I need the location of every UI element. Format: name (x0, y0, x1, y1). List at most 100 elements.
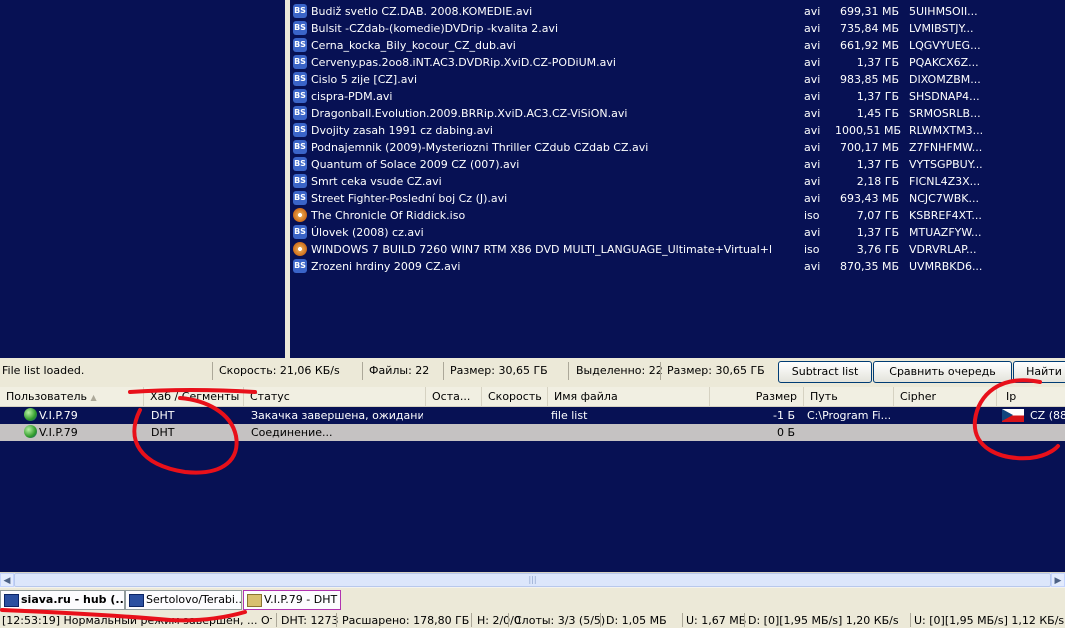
disc-image-icon (293, 208, 307, 222)
bs-video-icon: BS (293, 225, 307, 239)
scroll-thumb[interactable]: ||| (14, 573, 1051, 587)
column-hub[interactable]: Хаб / Сегменты (144, 387, 244, 406)
file-tth: FICNL4Z3X... (909, 175, 981, 188)
column-ip[interactable]: Ip (1000, 387, 1064, 406)
file-row[interactable]: BS Úlovek (2008) cz.avi avi 1,37 ГБ MTUAZFYW… (290, 224, 1065, 241)
column-cipher[interactable]: Cipher (894, 387, 997, 406)
file-size: 700,17 МБ (839, 141, 899, 154)
file-name: Street Fighter-Poslední boj Cz (J).avi (311, 192, 508, 205)
file-tth: RLWMXTM3... (909, 124, 984, 137)
main-status-bar: [12:53:19] Нормальный режим завершен, ..… (0, 612, 1065, 628)
log-message: [12:53:19] Нормальный режим завершен, ..… (2, 614, 272, 627)
file-type: avi (804, 90, 821, 103)
file-size: 735,84 МБ (839, 22, 899, 35)
file-list-panel: BS Budiž svetlo CZ.DAB. 2008.KOMEDIE.avi a… (290, 0, 1065, 358)
tab-hub-sertolovo[interactable]: Sertolovo/Terabi... (125, 590, 242, 610)
file-type: avi (804, 56, 821, 69)
file-size: 2,18 ГБ (856, 175, 899, 188)
column-speed[interactable]: Скорость (482, 387, 548, 406)
file-type: avi (804, 22, 821, 35)
file-size: 693,43 МБ (839, 192, 899, 205)
transfers-panel: V.I.P.79 DHT Закачка завершена, ожидани.… (0, 407, 1065, 572)
tab-hub-siava[interactable]: siava.ru - hub (... (0, 590, 125, 610)
file-row[interactable]: BS Dragonball.Evolution.2009.BRRip.XviD.A… (290, 105, 1065, 122)
column-status[interactable]: Статус (244, 387, 426, 406)
file-type: avi (804, 124, 821, 137)
transfer-size: -1 Б (772, 409, 795, 422)
horizontal-scrollbar[interactable]: ◀ ||| ▶ (0, 572, 1065, 588)
scroll-left-icon[interactable]: ◀ (0, 573, 14, 587)
file-type: avi (804, 141, 821, 154)
file-name: Dvojity zasah 1991 cz dabing.avi (311, 124, 493, 137)
file-row[interactable]: BS cispra-PDM.avi avi 1,37 ГБ SHSDNAP4... (290, 88, 1065, 105)
file-size: 870,35 МБ (839, 260, 899, 273)
bs-video-icon: BS (293, 72, 307, 86)
file-row[interactable]: BS Zrozeni hrdiny 2009 CZ.avi avi 870,35 МБ… (290, 258, 1065, 275)
file-row[interactable]: WINDOWS 7 BUILD 7260 WIN7 RTM X86 DVD MU… (290, 241, 1065, 258)
separator (744, 613, 745, 627)
file-size: 983,85 МБ (839, 73, 899, 86)
transfer-row[interactable]: V.I.P.79 DHT Соединение... 0 Б (0, 424, 1065, 441)
uploaded: U: 1,67 МБ (686, 614, 747, 627)
file-row[interactable]: BS Budiž svetlo CZ.DAB. 2008.KOMEDIE.avi a… (290, 3, 1065, 20)
column-user-label: Пользователь (6, 390, 88, 403)
file-tth: SHSDNAP4... (909, 90, 980, 103)
download-speed-total: D: [0][1,95 МБ/s] 1,20 КБ/s (748, 614, 899, 627)
separator (212, 362, 213, 380)
file-name: Bulsit -CZdab-(komedie)DVDrip -kvalita 2… (311, 22, 558, 35)
column-remaining[interactable]: Оста... (426, 387, 482, 406)
bs-video-icon: BS (293, 140, 307, 154)
file-size: 699,31 МБ (839, 5, 899, 18)
file-row[interactable]: BS Dvojity zasah 1991 cz dabing.avi avi 100… (290, 122, 1065, 139)
selected-count: Выделенно: 22 (576, 364, 663, 377)
status-message: File list loaded. (2, 364, 85, 377)
file-type: avi (804, 175, 821, 188)
total-size: Размер: 30,65 ГБ (450, 364, 548, 377)
shared-size: Расшарено: 178,80 ГБ (342, 614, 470, 627)
file-name: Cislo 5 zije [CZ].avi (311, 73, 417, 86)
bs-video-icon: BS (293, 259, 307, 273)
upload-speed-total: U: [0][1,95 МБ/s] 1,12 КБ/s (914, 614, 1065, 627)
dht-count: DHT: 1273 (281, 614, 339, 627)
file-row[interactable]: BS Street Fighter-Poslední boj Cz (J).avi… (290, 190, 1065, 207)
file-name: Smrt ceka vsude CZ.avi (311, 175, 442, 188)
file-row[interactable]: BS Cerveny.pas.2oo8.iNT.AC3.DVDRip.XviD.C… (290, 54, 1065, 71)
files-count: Файлы: 22 (369, 364, 430, 377)
hub-name: DHT (151, 426, 175, 439)
file-list-status-bar: File list loaded. Скорость: 21,06 КБ/s Ф… (0, 360, 1065, 383)
column-user[interactable]: Пользователь ▲ (0, 387, 144, 406)
transfer-status: Закачка завершена, ожидани... (251, 409, 423, 422)
file-row[interactable]: BS Podnajemnik (2009)-Mysteriozni Thrille… (290, 139, 1065, 156)
file-size: 7,07 ГБ (856, 209, 899, 222)
subtract-list-button[interactable]: Subtract list (778, 361, 872, 383)
compare-queue-button[interactable]: Сравнить очередь (873, 361, 1012, 383)
transfer-row[interactable]: V.I.P.79 DHT Закачка завершена, ожидани.… (0, 407, 1065, 424)
hub-tabs: siava.ru - hub (... Sertolovo/Terabi... … (0, 588, 1065, 610)
file-row[interactable]: BS Cislo 5 zije [CZ].avi avi 983,85 МБ DIXOM… (290, 71, 1065, 88)
file-type: avi (804, 260, 821, 273)
file-tth: MTUAZFYW... (909, 226, 982, 239)
tab-label: Sertolovo/Terabi... (146, 593, 242, 606)
file-tth: VYTSGPBUY... (909, 158, 983, 171)
file-name: WINDOWS 7 BUILD 7260 WIN7 RTM X86 DVD MU… (311, 243, 771, 256)
file-size: 1,37 ГБ (856, 56, 899, 69)
file-row[interactable]: BS Smrt ceka vsude CZ.avi avi 2,18 ГБ FICNL4… (290, 173, 1065, 190)
column-filename[interactable]: Имя файла (548, 387, 710, 406)
file-type: iso (804, 209, 820, 222)
file-tth: VDRVRLAP... (909, 243, 977, 256)
separator (568, 362, 569, 380)
scroll-right-icon[interactable]: ▶ (1051, 573, 1065, 587)
file-row[interactable]: BS Cerna_kocka_Bily_kocour_CZ_dub.avi avi 6… (290, 37, 1065, 54)
file-size: 661,92 МБ (839, 39, 899, 52)
find-button[interactable]: Найти (1013, 361, 1065, 383)
filelist-icon (247, 594, 262, 607)
sort-ascending-icon: ▲ (90, 393, 97, 402)
file-row[interactable]: BS Quantum of Solace 2009 CZ (007).avi avi… (290, 156, 1065, 173)
file-size: 3,76 ГБ (856, 243, 899, 256)
file-row[interactable]: The Chronicle Of Riddick.iso iso 7,07 ГБ KS… (290, 207, 1065, 224)
column-path[interactable]: Путь (804, 387, 894, 406)
file-tth: LVMIBSTJY... (909, 22, 974, 35)
tab-filelist-vip79[interactable]: V.I.P.79 - DHT (243, 590, 341, 610)
file-row[interactable]: BS Bulsit -CZdab-(komedie)DVDrip -kvalita… (290, 20, 1065, 37)
column-size[interactable]: Размер (710, 387, 804, 406)
